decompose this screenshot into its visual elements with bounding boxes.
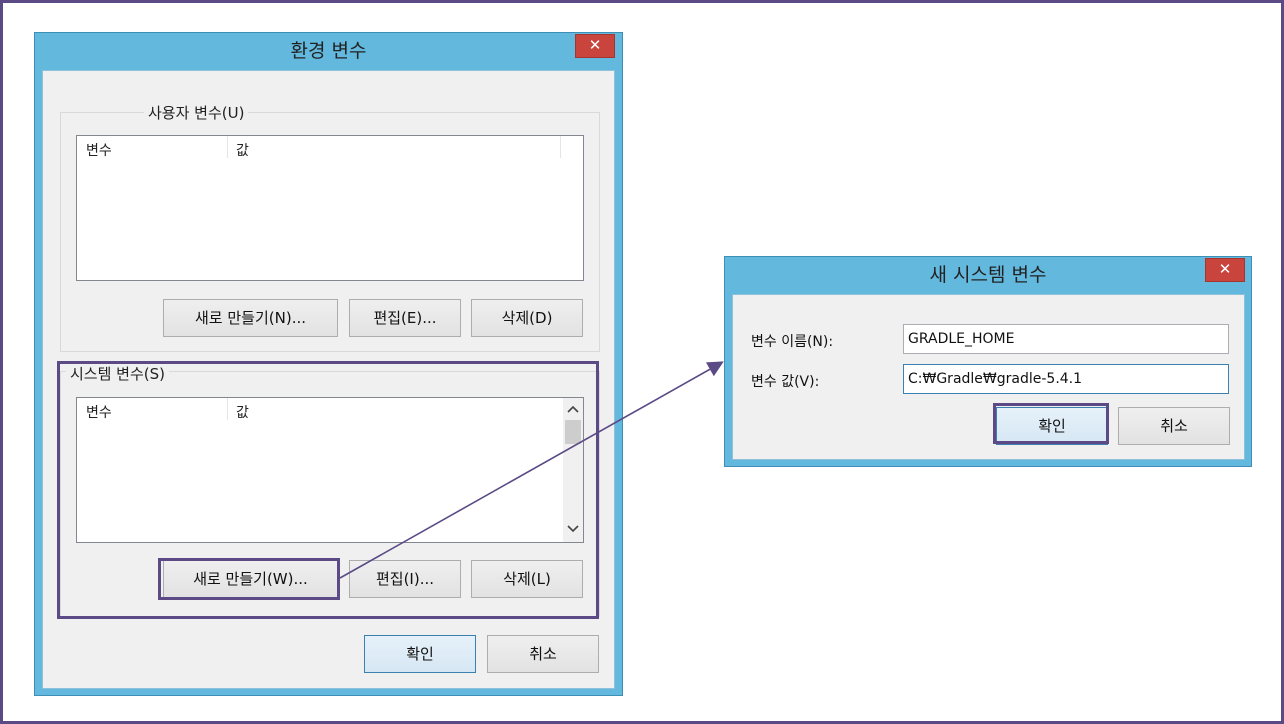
close-button[interactable]: ✕ <box>575 34 615 58</box>
ok-button[interactable]: 확인 <box>364 635 476 673</box>
user-variables-label: 사용자 변수(U) <box>144 102 249 123</box>
column-header-value[interactable]: 값 <box>236 140 249 160</box>
window-title: 환경 변수 <box>290 40 367 62</box>
dialog-ok-highlight <box>993 403 1109 444</box>
variable-name-input[interactable]: GRADLE_HOME <box>903 324 1229 354</box>
user-variables-list[interactable]: 변수 값 <box>76 135 584 281</box>
variable-value-label: 변수 값(V): <box>751 374 820 390</box>
user-delete-button[interactable]: 삭제(D) <box>471 299 583 337</box>
variable-name-label: 변수 이름(N): <box>751 334 834 350</box>
new-system-variable-dialog: 새 시스템 변수 ✕ 변수 이름(N): GRADLE_HOME 변수 값(V)… <box>724 256 1252 467</box>
column-divider <box>227 136 228 158</box>
cancel-button[interactable]: 취소 <box>1118 407 1230 445</box>
column-header-variable[interactable]: 변수 <box>86 140 112 160</box>
column-divider <box>560 136 561 158</box>
user-edit-button[interactable]: 편집(E)... <box>349 299 461 337</box>
new-button-highlight <box>158 558 340 600</box>
dialog-client-area: 변수 이름(N): GRADLE_HOME 변수 값(V): C:₩Gradle… <box>732 294 1245 460</box>
dialog-title: 새 시스템 변수 <box>929 264 1047 286</box>
close-button[interactable]: ✕ <box>1205 258 1245 282</box>
variable-value-input[interactable]: C:₩Gradle₩gradle-5.4.1 <box>903 364 1229 394</box>
user-new-button[interactable]: 새로 만들기(N)... <box>163 299 338 337</box>
cancel-button[interactable]: 취소 <box>487 635 599 673</box>
